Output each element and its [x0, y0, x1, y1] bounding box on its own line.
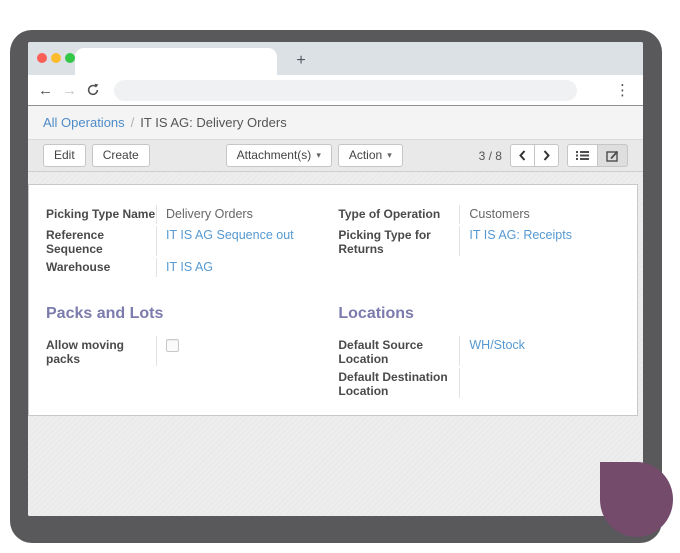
list-view-button[interactable] [567, 144, 598, 167]
field-default-destination-location: Default Destination Location [338, 368, 627, 398]
breadcrumb: All Operations / IT IS AG: Delivery Orde… [28, 106, 643, 139]
breadcrumb-separator: / [131, 115, 135, 130]
field-value [459, 368, 627, 398]
section-packs-and-lots: Packs and Lots [46, 305, 324, 323]
field-picking-type-name: Picking Type Name Delivery Orders [46, 205, 324, 224]
breadcrumb-current: IT IS AG: Delivery Orders [140, 115, 286, 130]
breadcrumb-parent-link[interactable]: All Operations [43, 115, 125, 130]
field-value: Customers [459, 205, 627, 224]
field-picking-type-for-returns: Picking Type for Returns IT IS AG: Recei… [338, 226, 627, 256]
create-button[interactable]: Create [92, 144, 150, 167]
form-view-area: Picking Type Name Delivery Orders Refere… [28, 172, 643, 516]
form-sheet: Picking Type Name Delivery Orders Refere… [28, 184, 638, 416]
previous-record-button[interactable] [510, 144, 535, 167]
field-allow-moving-packs: Allow moving packs [46, 336, 324, 366]
tab-strip: + [28, 42, 643, 75]
control-bar: Edit Create Attachment(s) ▾ Action [28, 139, 643, 172]
field-reference-sequence: Reference Sequence IT IS AG Sequence out [46, 226, 324, 256]
chevron-down-icon: ▾ [387, 145, 392, 166]
form-view-button[interactable] [597, 144, 628, 167]
chevron-down-icon: ▾ [316, 145, 321, 166]
field-value-link[interactable]: WH/Stock [459, 336, 627, 366]
reload-icon[interactable] [86, 83, 100, 97]
edit-button[interactable]: Edit [43, 144, 86, 167]
field-value: Delivery Orders [156, 205, 324, 224]
chevron-right-icon [543, 150, 550, 161]
chevron-left-icon [519, 150, 526, 161]
record-buttons: Edit Create [43, 144, 150, 167]
decorative-corner-shape [600, 462, 673, 537]
next-record-button[interactable] [534, 144, 559, 167]
view-switcher [567, 144, 628, 167]
form-view-icon [606, 150, 619, 162]
action-dropdown[interactable]: Action ▾ [338, 144, 403, 167]
field-default-source-location: Default Source Location WH/Stock [338, 336, 627, 366]
forward-icon[interactable]: → [62, 83, 77, 98]
browser-menu-icon[interactable]: ⋮ [612, 81, 633, 99]
pager-counter: 3 / 8 [479, 149, 502, 163]
close-window-button[interactable] [37, 53, 47, 63]
field-type-of-operation: Type of Operation Customers [338, 205, 627, 224]
field-value-link[interactable]: IT IS AG [156, 258, 324, 277]
back-icon[interactable]: ← [38, 83, 53, 98]
browser-window: + ← → ⋮ All Operations / [28, 42, 643, 516]
address-bar[interactable] [114, 80, 577, 101]
browser-tab[interactable] [75, 48, 277, 75]
section-locations: Locations [338, 305, 627, 323]
pager-nav [510, 144, 559, 167]
more-buttons: Attachment(s) ▾ Action ▾ [226, 144, 403, 167]
minimize-window-button[interactable] [51, 53, 61, 63]
browser-frame: + ← → ⋮ All Operations / [10, 30, 662, 543]
screenshot-canvas: + ← → ⋮ All Operations / [0, 0, 680, 553]
app-page: All Operations / IT IS AG: Delivery Orde… [28, 106, 643, 516]
allow-moving-packs-checkbox[interactable] [166, 339, 179, 352]
maximize-window-button[interactable] [65, 53, 75, 63]
new-tab-button[interactable]: + [290, 49, 312, 73]
field-value-link[interactable]: IT IS AG Sequence out [156, 226, 324, 256]
pager-and-views: 3 / 8 [479, 144, 628, 167]
browser-toolbar: ← → ⋮ [28, 75, 643, 106]
window-controls [37, 53, 75, 63]
field-value-link[interactable]: IT IS AG: Receipts [459, 226, 627, 256]
list-view-icon [576, 150, 589, 161]
attachments-dropdown[interactable]: Attachment(s) ▾ [226, 144, 332, 167]
field-warehouse: Warehouse IT IS AG [46, 258, 324, 277]
